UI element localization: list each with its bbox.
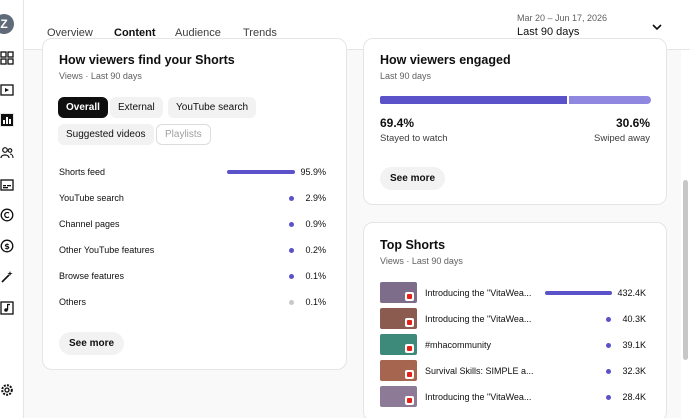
short-views: 39.1K (622, 340, 646, 350)
svg-text:$: $ (4, 242, 10, 251)
short-title[interactable]: Introducing the "VitaWea... (425, 392, 531, 402)
short-thumbnail[interactable] (380, 360, 417, 381)
views-bar (545, 291, 612, 295)
views-bar (606, 343, 611, 348)
short-views: 40.3K (622, 314, 646, 324)
shorts-icon (405, 344, 414, 353)
source-value: 0.1% (305, 297, 326, 307)
date-range[interactable]: Mar 20 – Jun 17, 2026 (517, 13, 607, 23)
source-value: 0.1% (305, 271, 326, 281)
card-title: How viewers find your Shorts (59, 53, 235, 67)
views-bar (606, 369, 611, 374)
source-bar (289, 222, 294, 227)
swiped-percent: 30.6% (615, 116, 650, 130)
content-icon[interactable] (0, 83, 14, 97)
period-selector[interactable]: Last 90 days (517, 26, 579, 38)
stayed-label: Stayed to watch (380, 133, 448, 144)
short-views: 32.3K (622, 366, 646, 376)
swiped-bar (569, 96, 651, 104)
short-title[interactable]: Survival Skills: SIMPLE a... (425, 366, 534, 376)
source-bar (289, 196, 294, 201)
community-icon[interactable] (0, 146, 14, 160)
audio-library-icon[interactable] (0, 301, 14, 315)
source-label: Shorts feed (59, 167, 106, 177)
copyright-icon[interactable] (0, 208, 14, 222)
engagement-card: How viewers engaged Last 90 days 69.4% S… (363, 38, 667, 205)
top-shorts-card: Top Shorts Views · Last 90 days Introduc… (363, 222, 667, 418)
stayed-percent: 69.4% (380, 116, 415, 130)
shorts-icon (405, 396, 414, 405)
shorts-icon (405, 318, 414, 327)
source-bar (289, 300, 294, 305)
short-title[interactable]: #mhacommunity (425, 340, 491, 350)
short-thumbnail[interactable] (380, 308, 417, 329)
stayed-bar (380, 96, 567, 104)
earn-icon[interactable]: $ (0, 239, 14, 253)
scrollbar-thumb[interactable] (683, 180, 688, 360)
card-title: How viewers engaged (380, 53, 511, 67)
source-label: YouTube search (59, 193, 124, 203)
short-thumbnail[interactable] (380, 334, 417, 355)
source-bar (227, 170, 295, 174)
shorts-icon (405, 370, 414, 379)
source-value: 0.2% (305, 245, 326, 255)
card-subtitle: Last 90 days (380, 71, 432, 81)
swiped-label: Swiped away (594, 133, 650, 144)
short-views: 28.4K (622, 392, 646, 402)
short-thumbnail[interactable] (380, 282, 417, 303)
card-subtitle: Views · Last 90 days (380, 256, 463, 266)
see-more-button[interactable]: See more (59, 332, 125, 355)
source-value: 2.9% (305, 193, 326, 203)
source-label: Others (59, 297, 87, 307)
source-value: 0.9% (305, 219, 326, 229)
source-label: Other YouTube features (59, 245, 155, 255)
left-rail: Z $ (0, 0, 24, 418)
chip-playlists: Playlists (156, 124, 211, 145)
settings-icon[interactable] (0, 383, 14, 397)
short-views: 432.4K (617, 288, 646, 298)
chip-youtube-search[interactable]: YouTube search (168, 97, 257, 118)
avatar[interactable]: Z (0, 14, 14, 34)
subtitles-icon[interactable] (0, 178, 14, 192)
short-title[interactable]: Introducing the "VitaWea... (425, 288, 531, 298)
source-label: Channel pages (59, 219, 120, 229)
traffic-sources-card: How viewers find your Shorts Views · Las… (42, 38, 347, 370)
views-bar (606, 317, 611, 322)
source-value: 95.9% (300, 167, 326, 177)
short-title[interactable]: Introducing the "VitaWea... (425, 314, 531, 324)
views-bar (606, 395, 611, 400)
source-bar (289, 274, 294, 279)
card-title: Top Shorts (380, 238, 446, 252)
shorts-icon (405, 292, 414, 301)
dashboard-icon[interactable] (0, 51, 14, 65)
source-label: Browse features (59, 271, 125, 281)
customization-icon[interactable] (0, 270, 14, 284)
analytics-icon[interactable] (0, 113, 14, 127)
card-subtitle: Views · Last 90 days (59, 71, 142, 81)
short-thumbnail[interactable] (380, 386, 417, 407)
source-bar (289, 248, 294, 253)
chevron-down-icon[interactable] (651, 20, 663, 32)
chip-external[interactable]: External (110, 97, 163, 118)
chip-suggested-videos[interactable]: Suggested videos (58, 124, 154, 145)
see-more-button[interactable]: See more (380, 167, 446, 190)
chip-overall[interactable]: Overall (58, 97, 108, 118)
